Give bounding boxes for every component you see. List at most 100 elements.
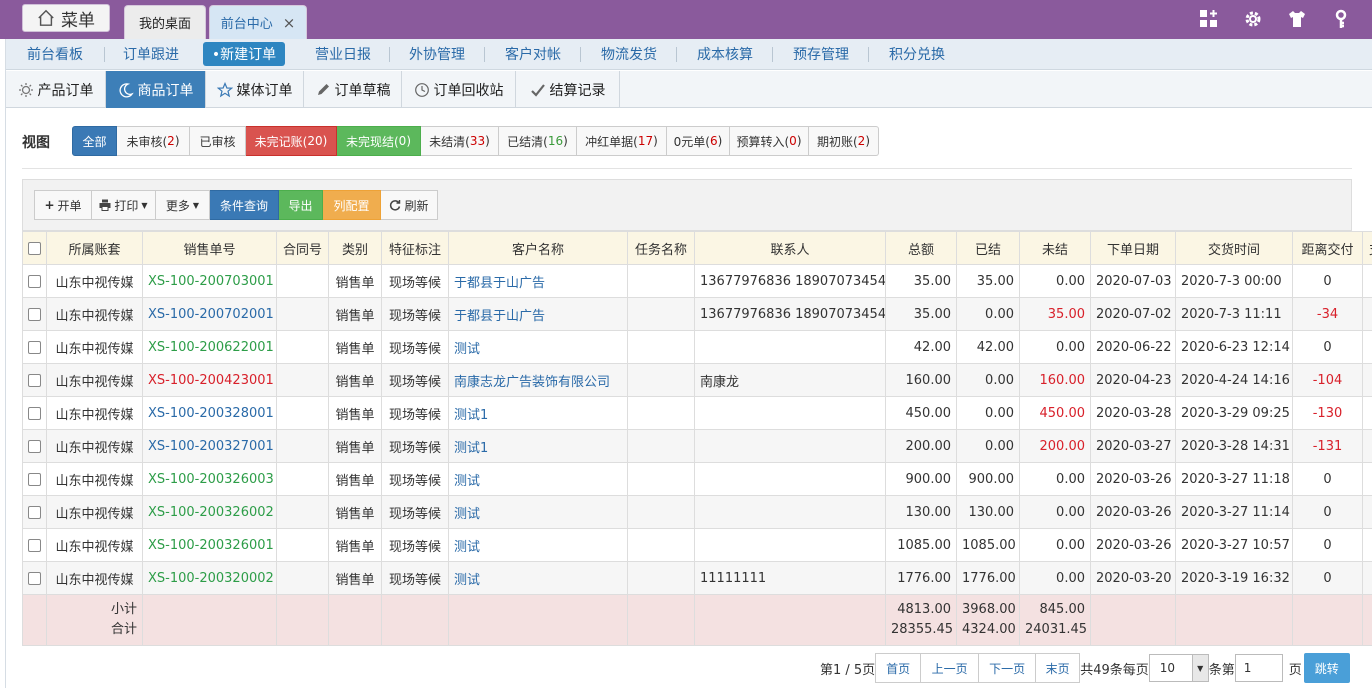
filter-unfinished-account[interactable]: 未完记账(20) bbox=[246, 126, 337, 156]
order-number-link[interactable]: XS-100-200703001 bbox=[142, 264, 277, 298]
table-row[interactable]: 山东中视传媒 XS-100-200320002 销售单 现场等候 测试 11111111 1… bbox=[22, 561, 1372, 595]
customer-link[interactable]: 测试1 bbox=[448, 396, 628, 430]
column-header[interactable]: 任务名称 bbox=[627, 231, 695, 265]
table-row[interactable]: 山东中视传媒 XS-100-200326003 销售单 现场等候 测试 900.00 900… bbox=[22, 462, 1372, 496]
tab-goods-order[interactable]: 商品订单 bbox=[106, 71, 206, 108]
menu-button[interactable]: 菜单 bbox=[22, 4, 110, 32]
customer-link[interactable]: 于都县于山广告 bbox=[448, 297, 628, 331]
row-checkbox[interactable] bbox=[22, 528, 47, 562]
filter-budget-transfer[interactable]: 预算转入(0) bbox=[730, 126, 809, 156]
nav-item[interactable]: 前台看板 bbox=[16, 42, 94, 66]
column-header[interactable]: 所属账套 bbox=[46, 231, 143, 265]
nav-item[interactable]: 客户对帐 bbox=[494, 42, 572, 66]
table-row[interactable]: 山东中视传媒 XS-100-200328001 销售单 现场等候 测试1 450.00 0.… bbox=[22, 396, 1372, 430]
order-number-link[interactable]: XS-100-200320002 bbox=[142, 561, 277, 595]
table-row[interactable]: 山东中视传媒 XS-100-200702001 销售单 现场等候 于都县于山广告 1367… bbox=[22, 297, 1372, 331]
row-checkbox[interactable] bbox=[22, 462, 47, 496]
column-header[interactable]: 总额 bbox=[885, 231, 957, 265]
column-header[interactable]: 下单日期 bbox=[1090, 231, 1176, 265]
more-button[interactable]: 更多 ▼ bbox=[156, 190, 210, 220]
table-row[interactable]: 山东中视传媒 XS-100-200423001 销售单 现场等候 南康志龙广告装饰有限公… bbox=[22, 363, 1372, 397]
column-header[interactable]: 距离交付 bbox=[1292, 231, 1363, 265]
order-number-link[interactable]: XS-100-200328001 bbox=[142, 396, 277, 430]
row-checkbox[interactable] bbox=[22, 495, 47, 529]
tab-media-order[interactable]: 媒体订单 bbox=[206, 71, 304, 108]
close-icon[interactable]: × bbox=[283, 14, 296, 32]
key-icon[interactable] bbox=[1330, 8, 1352, 30]
nav-item[interactable]: 成本核算 bbox=[686, 42, 764, 66]
next-page-button[interactable]: 下一页 bbox=[979, 653, 1037, 683]
first-page-button[interactable]: 首页 bbox=[875, 653, 922, 683]
filter-unfinished-cash[interactable]: 未完现结(0) bbox=[337, 126, 421, 156]
tab-settlement-record[interactable]: 结算记录 bbox=[516, 71, 620, 108]
table-row[interactable]: 山东中视传媒 XS-100-200327001 销售单 现场等候 测试1 200.00 0.… bbox=[22, 429, 1372, 463]
tab-product-order[interactable]: 产品订单 bbox=[6, 71, 106, 108]
order-number-link[interactable]: XS-100-200702001 bbox=[142, 297, 277, 331]
column-header[interactable]: 联系人 bbox=[694, 231, 886, 265]
tab-my-desktop[interactable]: 我的桌面 bbox=[124, 5, 206, 39]
order-number-link[interactable]: XS-100-200326001 bbox=[142, 528, 277, 562]
column-config-button[interactable]: 列配置 bbox=[323, 190, 381, 220]
new-order-button[interactable]: + 开单 bbox=[34, 190, 92, 220]
customer-link[interactable]: 测试 bbox=[448, 330, 628, 364]
order-number-link[interactable]: XS-100-200327001 bbox=[142, 429, 277, 463]
select-all-checkbox[interactable] bbox=[22, 231, 47, 265]
row-checkbox[interactable] bbox=[22, 429, 47, 463]
nav-item[interactable]: 外协管理 bbox=[398, 42, 476, 66]
column-header[interactable]: 销售单号 bbox=[142, 231, 277, 265]
table-row[interactable]: 山东中视传媒 XS-100-200326001 销售单 现场等候 测试 1085.00 10… bbox=[22, 528, 1372, 562]
page-size-select[interactable]: 10 ▼ bbox=[1148, 654, 1209, 682]
column-header[interactable]: 类别 bbox=[328, 231, 382, 265]
filter-unsettled[interactable]: 未结清(33) bbox=[421, 126, 499, 156]
filter-unreviewed[interactable]: 未审核(2) bbox=[117, 126, 190, 156]
filter-all[interactable]: 全部 bbox=[72, 126, 117, 156]
filter-settled[interactable]: 已结清(16) bbox=[499, 126, 577, 156]
customer-link[interactable]: 测试 bbox=[448, 462, 628, 496]
column-header[interactable]: 合同号 bbox=[276, 231, 329, 265]
column-header[interactable]: 支 bbox=[1362, 231, 1372, 265]
filter-zero-order[interactable]: 0元单(6) bbox=[667, 126, 730, 156]
customer-link[interactable]: 测试 bbox=[448, 561, 628, 595]
print-button[interactable]: 打印 ▼ bbox=[92, 190, 156, 220]
last-page-button[interactable]: 末页 bbox=[1036, 653, 1081, 683]
column-header[interactable]: 已结 bbox=[956, 231, 1020, 265]
customer-link[interactable]: 测试1 bbox=[448, 429, 628, 463]
nav-item[interactable]: 预存管理 bbox=[782, 42, 860, 66]
row-checkbox[interactable] bbox=[22, 561, 47, 595]
goto-page-input[interactable]: 1 bbox=[1234, 654, 1283, 682]
table-row[interactable]: 山东中视传媒 XS-100-200326002 销售单 现场等候 测试 130.00 130… bbox=[22, 495, 1372, 529]
nav-item[interactable]: 物流发货 bbox=[590, 42, 668, 66]
nav-item[interactable]: 积分兑换 bbox=[878, 42, 956, 66]
order-number-link[interactable]: XS-100-200423001 bbox=[142, 363, 277, 397]
column-header[interactable]: 未结 bbox=[1019, 231, 1091, 265]
customer-link[interactable]: 于都县于山广告 bbox=[448, 264, 628, 298]
prev-page-button[interactable]: 上一页 bbox=[921, 653, 980, 683]
table-row[interactable]: 山东中视传媒 XS-100-200622001 销售单 现场等候 测试 42.00 42.0… bbox=[22, 330, 1372, 364]
column-header[interactable]: 交货时间 bbox=[1175, 231, 1293, 265]
row-checkbox[interactable] bbox=[22, 330, 47, 364]
filter-reversal[interactable]: 冲红单据(17) bbox=[577, 126, 667, 156]
filter-opening-account[interactable]: 期初账(2) bbox=[809, 126, 879, 156]
refresh-button[interactable]: 刷新 bbox=[381, 190, 438, 220]
customer-link[interactable]: 测试 bbox=[448, 528, 628, 562]
column-header[interactable]: 特征标注 bbox=[381, 231, 449, 265]
row-checkbox[interactable] bbox=[22, 363, 47, 397]
condition-query-button[interactable]: 条件查询 bbox=[210, 190, 279, 220]
tab-order-recycle[interactable]: 订单回收站 bbox=[402, 71, 516, 108]
nav-item[interactable]: 营业日报 bbox=[304, 42, 382, 66]
tab-order-draft[interactable]: 订单草稿 bbox=[304, 71, 402, 108]
nav-item[interactable]: 订单跟进 bbox=[112, 42, 190, 66]
nav-item-new-order[interactable]: •新建订单 bbox=[203, 42, 285, 66]
column-header[interactable]: 客户名称 bbox=[448, 231, 628, 265]
shirt-icon[interactable] bbox=[1286, 8, 1308, 30]
row-checkbox[interactable] bbox=[22, 396, 47, 430]
row-checkbox[interactable] bbox=[22, 264, 47, 298]
customer-link[interactable]: 南康志龙广告装饰有限公司 bbox=[448, 363, 628, 397]
tab-front-center[interactable]: 前台中心 × bbox=[209, 5, 307, 39]
export-button[interactable]: 导出 bbox=[279, 190, 323, 220]
gear-icon[interactable] bbox=[1242, 8, 1264, 30]
filter-reviewed[interactable]: 已审核 bbox=[190, 126, 246, 156]
order-number-link[interactable]: XS-100-200622001 bbox=[142, 330, 277, 364]
customer-link[interactable]: 测试 bbox=[448, 495, 628, 529]
goto-button[interactable]: 跳转 bbox=[1303, 653, 1350, 683]
